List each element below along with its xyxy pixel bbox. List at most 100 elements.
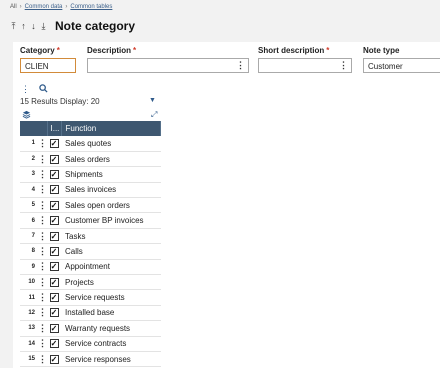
row-checkbox[interactable]: ✓ [47, 289, 61, 306]
row-menu-icon[interactable]: ⋮ [38, 320, 47, 337]
chevron-down-icon[interactable]: ▼ [149, 97, 156, 104]
function-cell: Service contracts [61, 336, 161, 352]
checkmark-icon: ✓ [49, 216, 59, 226]
checkmark-icon: ✓ [49, 262, 59, 272]
category-label: Category * [20, 46, 60, 55]
more-actions-icon[interactable]: ⋮ [236, 60, 245, 71]
row-menu-icon[interactable]: ⋮ [38, 305, 47, 322]
row-menu-icon[interactable]: ⋮ [38, 212, 47, 229]
function-cell: Customer BP invoices [61, 212, 161, 229]
row-menu-icon[interactable]: ⋮ [38, 166, 47, 183]
row-checkbox[interactable]: ✓ [47, 151, 61, 168]
table-row[interactable]: 5 ⋮ ✓ Sales open orders [20, 197, 161, 214]
checkmark-icon: ✓ [49, 293, 59, 303]
display-value[interactable]: 20 [91, 97, 100, 106]
search-icon[interactable] [39, 84, 48, 95]
row-checkbox[interactable]: ✓ [47, 305, 61, 322]
checkmark-icon: ✓ [49, 308, 59, 318]
row-menu-icon[interactable]: ⋮ [38, 243, 47, 260]
chevron-right-icon: › [19, 4, 22, 10]
table-row[interactable]: 9 ⋮ ✓ Appointment [20, 259, 161, 276]
layers-icon[interactable] [22, 110, 31, 121]
next-record-icon[interactable]: ↓ [30, 21, 37, 32]
table-header-row: I... Function [20, 121, 161, 136]
checkmark-icon: ✓ [49, 354, 59, 364]
table-row[interactable]: 1 ⋮ ✓ Sales quotes [20, 136, 161, 152]
row-menu-icon[interactable]: ⋮ [38, 182, 47, 199]
page-title: Note category [55, 19, 136, 33]
table-row[interactable]: 13 ⋮ ✓ Warranty requests [20, 320, 161, 337]
last-record-icon[interactable]: ⤓ [40, 21, 47, 32]
expand-icon[interactable]: ⤢ [151, 110, 157, 120]
row-number: 15 [20, 351, 38, 368]
row-menu-icon[interactable]: ⋮ [38, 259, 47, 276]
main-panel: Category * Description * Short description… [13, 42, 440, 368]
row-checkbox[interactable]: ✓ [47, 136, 61, 152]
row-checkbox[interactable]: ✓ [47, 336, 61, 352]
column-header-indicator[interactable]: I... [47, 121, 62, 136]
table-row[interactable]: 8 ⋮ ✓ Calls [20, 243, 161, 260]
description-field[interactable]: ⋮ [87, 58, 249, 73]
function-cell: Sales open orders [61, 197, 161, 214]
more-actions-icon[interactable]: ⋮ [339, 60, 348, 71]
row-checkbox[interactable]: ✓ [47, 212, 61, 229]
function-cell: Sales invoices [61, 182, 161, 199]
row-checkbox[interactable]: ✓ [47, 320, 61, 337]
note-type-field[interactable]: Customer [363, 58, 440, 73]
title-bar: ⤒ ↑ ↓ ⤓ Note category [10, 19, 136, 33]
row-number: 6 [20, 212, 38, 229]
table-row[interactable]: 11 ⋮ ✓ Service requests [20, 289, 161, 306]
previous-record-icon[interactable]: ↑ [20, 21, 27, 32]
results-summary: 15 Results Display: 20 [20, 97, 100, 106]
column-header-function[interactable]: Function [61, 121, 161, 136]
table-row[interactable]: 3 ⋮ ✓ Shipments [20, 166, 161, 183]
record-navigation: ⤒ ↑ ↓ ⤓ [10, 21, 47, 32]
row-menu-icon[interactable]: ⋮ [38, 289, 47, 306]
row-checkbox[interactable]: ✓ [47, 166, 61, 183]
menu-icon[interactable]: ⋮ [21, 84, 30, 95]
table-row[interactable]: 4 ⋮ ✓ Sales invoices [20, 182, 161, 199]
category-field[interactable]: CLIEN [20, 58, 76, 73]
row-checkbox[interactable]: ✓ [47, 182, 61, 199]
function-cell: Service responses [61, 351, 161, 368]
row-menu-icon[interactable]: ⋮ [38, 228, 47, 245]
row-menu-icon[interactable]: ⋮ [38, 274, 47, 291]
row-menu-icon[interactable]: ⋮ [38, 197, 47, 214]
row-checkbox[interactable]: ✓ [47, 197, 61, 214]
breadcrumb-common-data[interactable]: Common data [25, 4, 63, 10]
row-checkbox[interactable]: ✓ [47, 351, 61, 368]
table-row[interactable]: 10 ⋮ ✓ Projects [20, 274, 161, 291]
function-cell: Warranty requests [61, 320, 161, 337]
table-row[interactable]: 14 ⋮ ✓ Service contracts [20, 336, 161, 352]
function-cell: Appointment [61, 259, 161, 276]
function-cell: Service requests [61, 289, 161, 306]
row-number: 10 [20, 274, 38, 291]
row-number: 3 [20, 166, 38, 183]
function-cell: Sales orders [61, 151, 161, 168]
row-menu-icon[interactable]: ⋮ [38, 136, 47, 152]
table-row[interactable]: 6 ⋮ ✓ Customer BP invoices [20, 212, 161, 229]
table-row[interactable]: 7 ⋮ ✓ Tasks [20, 228, 161, 245]
checkmark-icon: ✓ [49, 200, 59, 210]
row-checkbox[interactable]: ✓ [47, 228, 61, 245]
table-row[interactable]: 15 ⋮ ✓ Service responses [20, 351, 161, 368]
breadcrumb-common-tables[interactable]: Common tables [70, 4, 112, 10]
first-record-icon[interactable]: ⤒ [10, 21, 17, 32]
checkmark-icon: ✓ [49, 169, 59, 179]
row-checkbox[interactable]: ✓ [47, 259, 61, 276]
functions-table: I... Function 1 ⋮ ✓ Sales quotes 2 ⋮ ✓ Sales or… [20, 121, 161, 368]
short-description-field[interactable]: ⋮ [258, 58, 352, 73]
row-number: 9 [20, 259, 38, 276]
row-number: 7 [20, 228, 38, 245]
table-row[interactable]: 12 ⋮ ✓ Installed base [20, 305, 161, 322]
row-menu-icon[interactable]: ⋮ [38, 336, 47, 352]
row-number: 12 [20, 305, 38, 322]
row-checkbox[interactable]: ✓ [47, 274, 61, 291]
row-checkbox[interactable]: ✓ [47, 243, 61, 260]
row-menu-icon[interactable]: ⋮ [38, 351, 47, 368]
breadcrumb-all[interactable]: All [10, 4, 17, 10]
function-cell: Projects [61, 274, 161, 291]
table-row[interactable]: 2 ⋮ ✓ Sales orders [20, 151, 161, 168]
chevron-right-icon: › [65, 4, 68, 10]
row-menu-icon[interactable]: ⋮ [38, 151, 47, 168]
